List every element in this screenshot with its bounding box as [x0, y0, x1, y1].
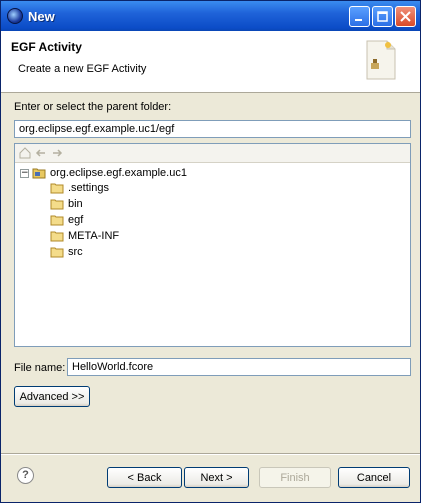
folder-icon — [50, 247, 64, 258]
forward-arrow-icon[interactable] — [51, 147, 63, 159]
folder-icon — [50, 231, 64, 242]
file-name-input[interactable]: HelloWorld.fcore — [67, 358, 411, 376]
new-wizard-dialog: New EGF Activity Create a new EGF Activi… — [0, 0, 421, 503]
back-button[interactable]: < Back — [107, 467, 182, 488]
title-bar[interactable]: New — [1, 1, 420, 31]
tree-toolbar — [15, 144, 410, 163]
folder-icon — [50, 215, 64, 226]
advanced-button[interactable]: Advanced >> — [14, 386, 90, 407]
tree-item-egf[interactable]: egf — [50, 212, 83, 228]
back-arrow-icon[interactable] — [35, 147, 47, 159]
parent-folder-label: Enter or select the parent folder: — [14, 101, 172, 113]
folder-tree[interactable]: − org.eclipse.egf.example.uc1 .settings … — [14, 143, 411, 347]
maximize-button[interactable] — [372, 6, 393, 27]
minimize-button[interactable] — [349, 6, 370, 27]
tree-item-meta-inf[interactable]: META-INF — [50, 228, 119, 244]
tree-item-bin[interactable]: bin — [50, 196, 83, 212]
collapse-toggle[interactable]: − — [20, 169, 29, 178]
banner-description: Create a new EGF Activity — [18, 63, 147, 75]
tree-item-settings[interactable]: .settings — [50, 180, 109, 196]
folder-icon — [50, 183, 64, 194]
tree-item-label: .settings — [68, 182, 109, 194]
banner-title: EGF Activity — [11, 40, 82, 54]
cancel-button[interactable]: Cancel — [338, 467, 410, 488]
tree-root-project[interactable]: org.eclipse.egf.example.uc1 — [32, 165, 187, 181]
folder-icon — [50, 199, 64, 210]
home-icon[interactable] — [19, 147, 31, 159]
wizard-banner: EGF Activity Create a new EGF Activity — [1, 31, 420, 93]
tree-item-label: egf — [68, 214, 84, 226]
window-title: New — [28, 9, 55, 24]
tree-item-label: src — [68, 246, 83, 258]
close-button[interactable] — [395, 6, 416, 27]
tree-item-label: META-INF — [68, 230, 120, 242]
tree-item-src[interactable]: src — [50, 244, 83, 260]
tree-item-label: bin — [68, 198, 83, 210]
next-button[interactable]: Next > — [184, 467, 249, 488]
new-file-wizard-icon — [366, 40, 396, 80]
close-icon — [400, 11, 411, 22]
minimize-icon — [355, 19, 362, 21]
button-bar-separator — [1, 453, 420, 455]
parent-folder-input[interactable]: org.eclipse.egf.example.uc1/egf — [14, 120, 411, 138]
maximize-icon — [377, 11, 388, 22]
file-name-label: File name: — [14, 362, 66, 374]
tree-root-label: org.eclipse.egf.example.uc1 — [50, 167, 187, 179]
finish-button[interactable]: Finish — [259, 467, 331, 488]
help-icon[interactable]: ? — [17, 467, 34, 484]
project-folder-icon — [32, 168, 46, 179]
eclipse-icon — [7, 8, 23, 24]
